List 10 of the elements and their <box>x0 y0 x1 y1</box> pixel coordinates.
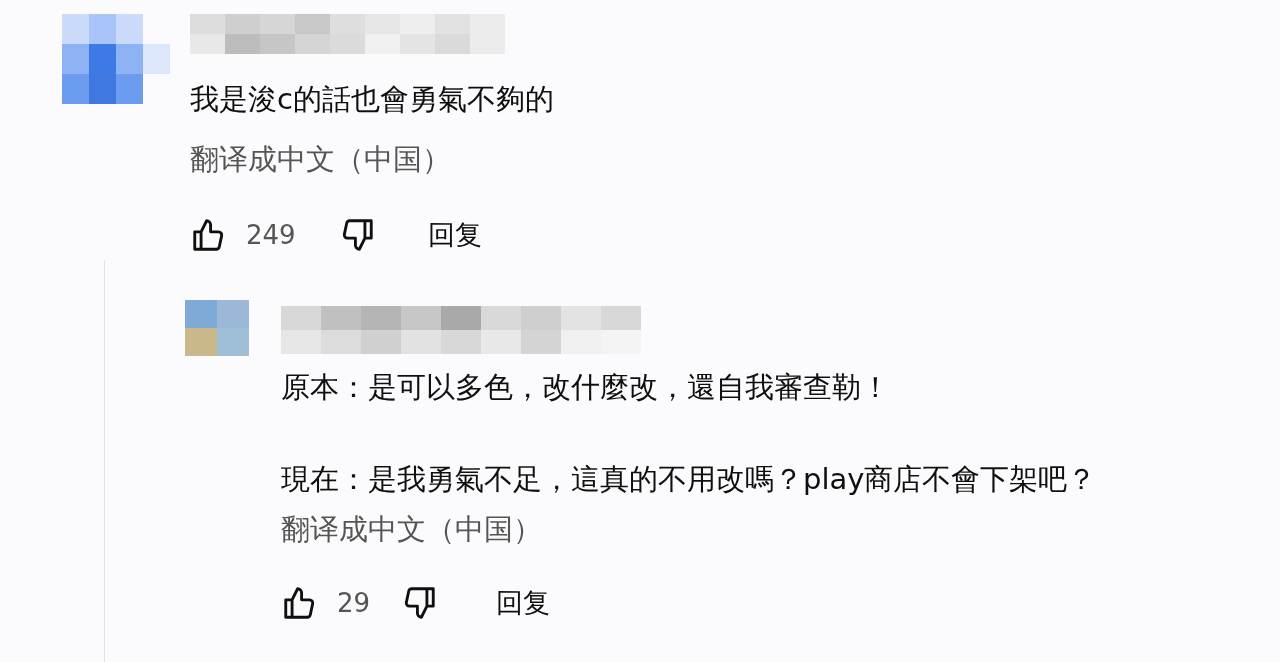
comment-text: 原本：是可以多色，改什麼改，還自我審查勒！ <box>281 369 890 406</box>
comment-text: 我是浚c的話也會勇氣不夠的 <box>190 81 554 118</box>
reply-button[interactable]: 回复 <box>427 217 482 253</box>
like-count: 249 <box>246 220 296 250</box>
translate-link[interactable]: 翻译成中文（中国） <box>190 136 451 182</box>
comment-text: 現在：是我勇氣不足，這真的不用改嗎？play商店不會下架吧？ <box>281 461 1097 498</box>
like-count: 29 <box>337 588 371 618</box>
reply-button[interactable]: 回复 <box>496 585 551 621</box>
avatar-mosaic-drawing <box>185 300 249 356</box>
translate-link[interactable]: 翻译成中文（中国） <box>281 506 542 552</box>
